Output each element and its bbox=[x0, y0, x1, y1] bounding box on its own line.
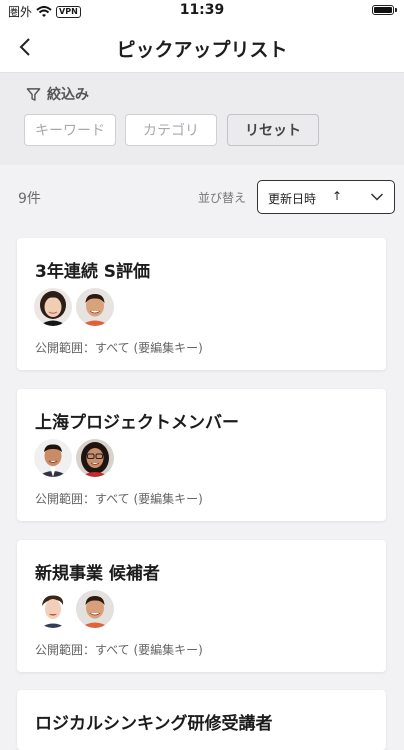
reset-button[interactable]: リセット bbox=[227, 114, 319, 146]
member-avatars bbox=[34, 590, 114, 628]
list-card[interactable]: ロジカルシンキング研修受講者 bbox=[17, 690, 386, 750]
filter-panel: 絞込み キーワード カテゴリ リセット bbox=[0, 73, 404, 165]
filter-heading: 絞込み bbox=[26, 84, 89, 104]
man-suit-avatar bbox=[34, 439, 72, 477]
sort-select[interactable]: 更新日時 ↑ bbox=[257, 180, 395, 214]
woman-bob-avatar bbox=[34, 288, 72, 326]
result-count: 9件 bbox=[18, 191, 41, 207]
card-visibility: 公開範囲：すべて (要編集キー) bbox=[35, 341, 203, 355]
sort-direction-icon: ↑ bbox=[332, 189, 343, 203]
page-title: ピックアップリスト bbox=[116, 39, 288, 61]
status-bar: 圏外 VPN 11:39 bbox=[0, 0, 404, 22]
man-short-hair-avatar bbox=[76, 288, 114, 326]
filter-heading-label: 絞込み bbox=[47, 87, 89, 103]
filter-funnel-icon bbox=[26, 87, 41, 101]
card-title: ロジカルシンキング研修受講者 bbox=[35, 714, 273, 734]
member-avatars bbox=[34, 288, 114, 326]
card-visibility: 公開範囲：すべて (要編集キー) bbox=[35, 643, 203, 657]
member-avatars bbox=[34, 439, 114, 477]
card-title: 上海プロジェクトメンバー bbox=[35, 413, 239, 433]
category-filter-field[interactable]: カテゴリ bbox=[125, 114, 217, 146]
chevron-down-icon bbox=[370, 193, 384, 201]
sort-value: 更新日時 bbox=[268, 192, 317, 206]
card-visibility: 公開範囲：すべて (要編集キー) bbox=[35, 492, 203, 506]
list-card[interactable]: 上海プロジェクトメンバー 公開範囲：すべて (要編集キー) bbox=[17, 389, 386, 521]
battery-icon bbox=[372, 5, 397, 15]
card-title: 新規事業 候補者 bbox=[35, 564, 160, 584]
man-smiling-avatar bbox=[76, 590, 114, 628]
woman-glasses-avatar bbox=[76, 439, 114, 477]
status-time: 11:39 bbox=[179, 2, 225, 18]
list-card[interactable]: 3年連続 S評価 公開範囲：すべて (要編集キー) bbox=[17, 238, 386, 370]
woman-tied-hair-avatar bbox=[34, 590, 72, 628]
sort-label: 並び替え bbox=[198, 191, 247, 205]
keyword-filter-field[interactable]: キーワード bbox=[24, 114, 116, 146]
list-card[interactable]: 新規事業 候補者 公開範囲：すべて (要編集キー) bbox=[17, 540, 386, 672]
card-title: 3年連続 S評価 bbox=[35, 262, 150, 282]
navigation-bar: ピックアップリスト bbox=[0, 22, 404, 73]
